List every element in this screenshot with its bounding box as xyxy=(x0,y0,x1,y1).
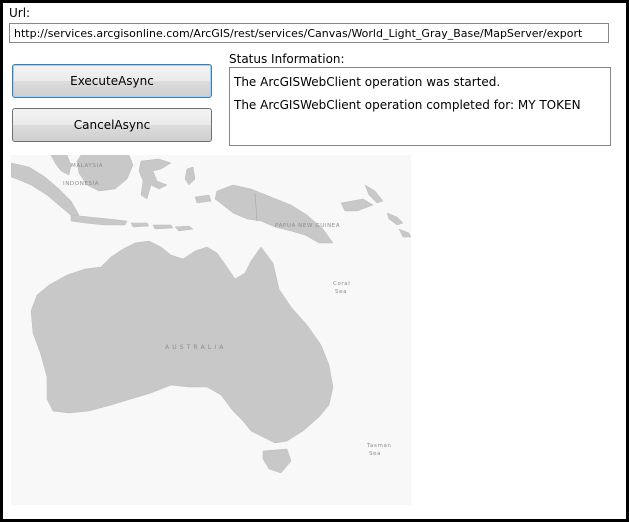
map-label-coral-sea: Coral xyxy=(333,281,351,287)
url-label: Url: xyxy=(9,6,31,20)
status-list[interactable]: The ArcGISWebClient operation was starte… xyxy=(229,67,611,146)
map-view[interactable]: MALAYSIA INDONESIA PAPUA NEW GUINEA A U … xyxy=(11,155,411,505)
cancel-async-button[interactable]: CancelAsync xyxy=(12,108,212,142)
map-label-australia: A U S T R A L I A xyxy=(165,344,224,351)
url-input[interactable] xyxy=(9,23,609,43)
map-label-papua-new-guinea: PAPUA NEW GUINEA xyxy=(275,223,341,229)
map-label-malaysia: MALAYSIA xyxy=(71,163,104,169)
map-label-tasman-sea: Tasman xyxy=(367,443,392,449)
app-window: Url: ExecuteAsync CancelAsync Status Inf… xyxy=(0,0,629,522)
map-label-tasman-sea-2: Sea xyxy=(369,451,382,457)
execute-async-button[interactable]: ExecuteAsync xyxy=(12,64,212,98)
status-label: Status Information: xyxy=(229,52,345,66)
map-canvas xyxy=(11,155,411,505)
map-label-indonesia: INDONESIA xyxy=(63,181,100,187)
status-line: The ArcGISWebClient operation was starte… xyxy=(234,75,501,89)
map-label-coral-sea-2: Sea xyxy=(335,289,348,295)
status-line: The ArcGISWebClient operation completed … xyxy=(234,98,581,112)
